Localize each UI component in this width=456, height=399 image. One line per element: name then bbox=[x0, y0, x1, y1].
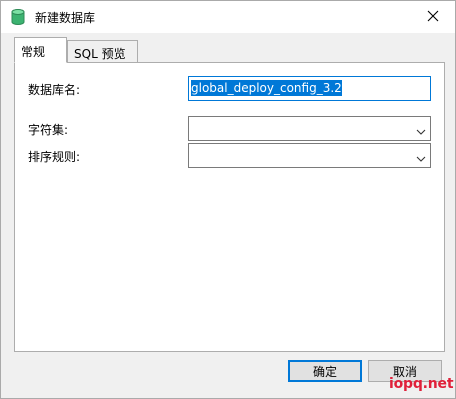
window-title: 新建数据库 bbox=[35, 11, 96, 25]
chevron-down-icon bbox=[416, 152, 426, 162]
close-button[interactable] bbox=[411, 1, 455, 33]
tab-sql-preview[interactable]: SQL 预览 bbox=[67, 40, 138, 63]
title-bar: 新建数据库 bbox=[1, 1, 455, 33]
close-icon bbox=[427, 10, 439, 25]
database-icon bbox=[11, 9, 25, 25]
new-database-dialog: 新建数据库 常规 SQL 预览 数据库名: global_deploy_conf… bbox=[0, 0, 456, 399]
general-tab-panel: 数据库名: global_deploy_config_3.2 字符集: 排序规则… bbox=[14, 62, 445, 352]
charset-label: 字符集: bbox=[28, 123, 69, 137]
database-name-value: global_deploy_config_3.2 bbox=[191, 80, 342, 96]
collation-label: 排序规则: bbox=[28, 150, 81, 164]
charset-select[interactable] bbox=[188, 116, 431, 141]
chevron-down-icon bbox=[416, 125, 426, 135]
tab-general[interactable]: 常规 bbox=[14, 37, 67, 63]
watermark-text: iopq.net bbox=[389, 376, 454, 392]
ok-button[interactable]: 确定 bbox=[288, 360, 362, 382]
database-name-input[interactable]: global_deploy_config_3.2 bbox=[188, 76, 431, 101]
database-name-label: 数据库名: bbox=[28, 83, 81, 97]
collation-select[interactable] bbox=[188, 143, 431, 168]
